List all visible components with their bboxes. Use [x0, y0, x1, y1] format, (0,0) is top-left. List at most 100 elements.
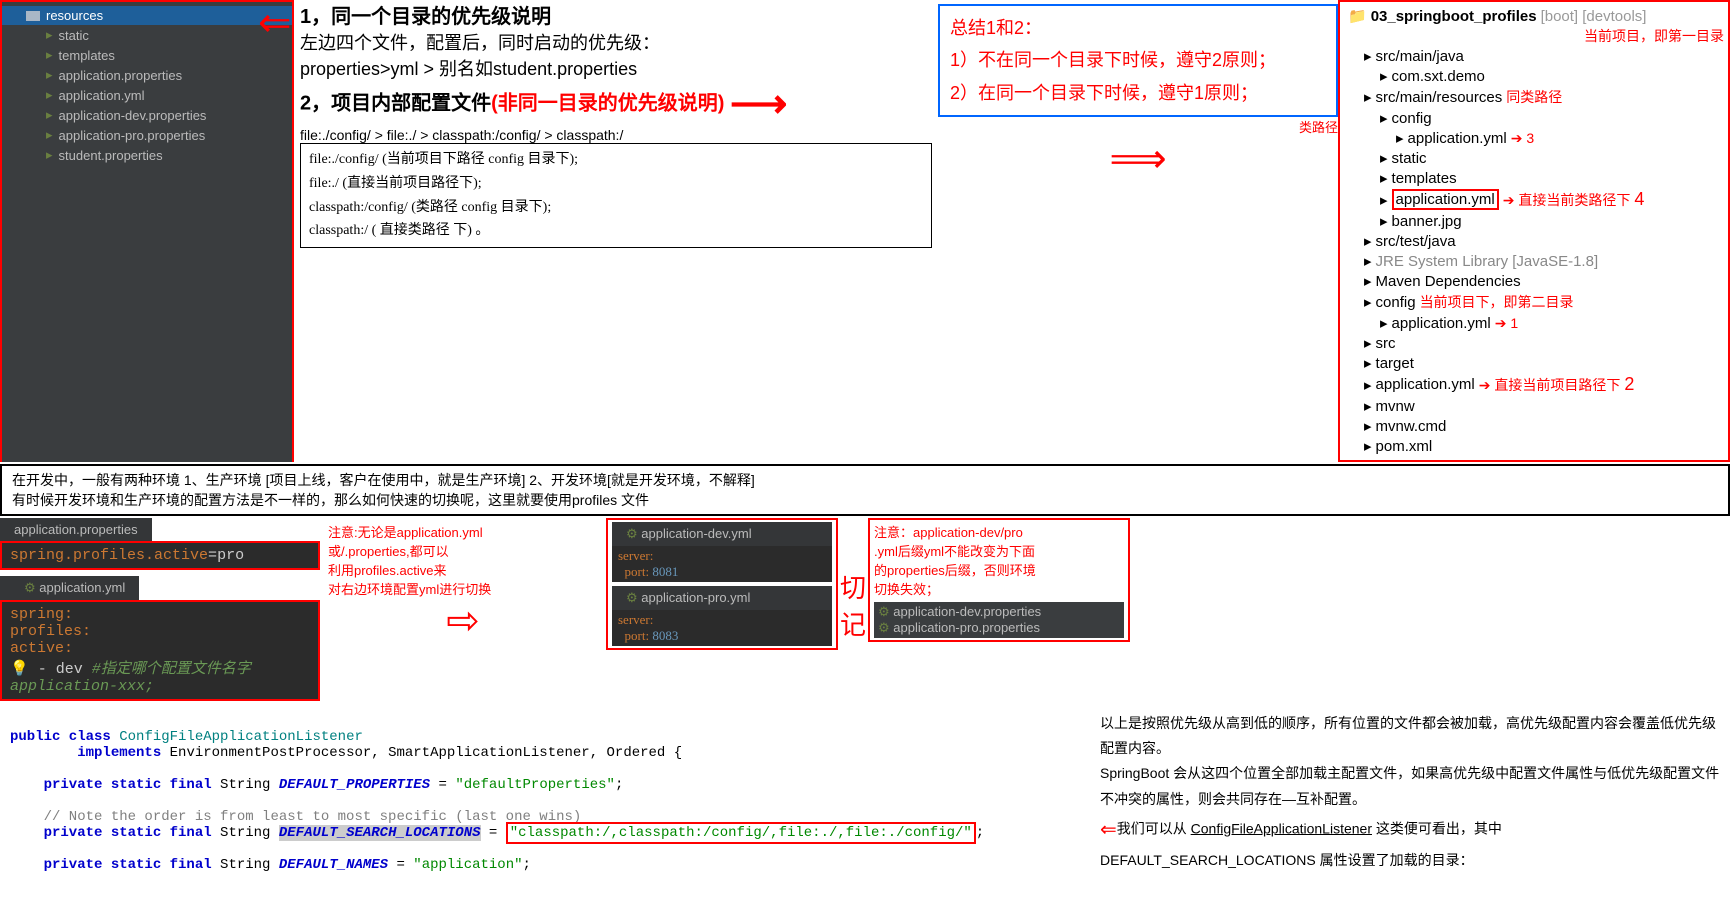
summary-head: 总结1和2： — [950, 12, 1326, 44]
rt-item[interactable]: ▸ Maven Dependencies — [1344, 271, 1724, 291]
tree-item[interactable]: ▸ student.properties — [2, 145, 292, 165]
file-icon: ▸ — [46, 67, 53, 83]
bad-prop-item: ⚙ application-pro.properties — [878, 620, 1120, 636]
node-icon: ▸ — [1364, 376, 1372, 394]
yml-icon: ⚙ — [626, 526, 638, 541]
rt-item[interactable]: ▸ static — [1344, 148, 1724, 168]
project-root-suffix: [boot] [devtools] — [1541, 8, 1647, 25]
bottom-explanation: 以上是按照优先级从高到低的顺序，所有位置的文件都会被加载，高优先级配置内容会覆盖… — [1090, 707, 1730, 895]
file-icon: ▸ — [46, 47, 53, 63]
node-icon: ▸ — [1396, 129, 1404, 147]
yml-code: spring: profiles: active: 💡 - dev #指定哪个配… — [0, 600, 320, 701]
profiles-intro-l1: 在开发中，一般有两种环境 1、生产环境 [项目上线，客户在使用中，就是生产环境]… — [12, 470, 1718, 490]
section1-line1: 左边四个文件，配置后，同时启动的优先级： — [300, 29, 932, 55]
bad-prop-item: ⚙ application-dev.properties — [878, 604, 1120, 620]
node-icon: ▸ — [1364, 397, 1372, 415]
node-icon: ▸ — [1380, 109, 1388, 127]
rt-item[interactable]: ▸ mvnw — [1344, 396, 1724, 416]
dev-pro-yml: ⚙ application-dev.yml server: port: 8081… — [606, 518, 838, 650]
arrow-big-right-icon: ⟹ — [1109, 136, 1166, 182]
node-icon: ▸ — [1380, 169, 1388, 187]
node-icon: ▸ — [1364, 334, 1372, 352]
node-icon: ▸ — [1380, 212, 1388, 230]
rt-item[interactable]: ▸ src/main/resources 同类路径 — [1344, 86, 1724, 108]
section1-line2: properties>yml > 别名如student.properties — [300, 55, 932, 81]
file-icon: ▸ — [46, 147, 53, 163]
priority-explanation: ⇐ 1，同一个目录的优先级说明 左边四个文件，配置后，同时启动的优先级： pro… — [294, 0, 938, 462]
file-icon: ▸ — [46, 87, 53, 103]
node-icon: ▸ — [1364, 272, 1372, 290]
node-icon: ▸ — [1380, 149, 1388, 167]
summary-box: 总结1和2： 1）不在同一个目录下时候，遵守2原则； 2）在同一个目录下时候，遵… — [938, 4, 1338, 117]
tree-root-resources[interactable]: resources — [2, 6, 292, 25]
node-icon: ▸ — [1364, 47, 1372, 65]
node-icon: ▸ — [1364, 232, 1372, 250]
project-root[interactable]: 📁 03_springboot_profiles [boot] [devtool… — [1344, 6, 1724, 26]
project-root-ann: 当前项目，即第一目录 — [1344, 26, 1724, 46]
qieji-label: 切记 — [838, 518, 868, 642]
node-icon: ▸ — [1364, 88, 1372, 106]
node-icon: ▸ — [1380, 191, 1388, 209]
rt-item[interactable]: ▸ application.yml ➔ 直接当前类路径下 4 — [1344, 188, 1724, 211]
profiles-intro: 在开发中，一般有两种环境 1、生产环境 [项目上线，客户在使用中，就是生产环境]… — [0, 464, 1730, 516]
file-icon: ▸ — [46, 27, 53, 43]
bulb-icon: 💡 — [10, 661, 29, 678]
section1-title: 1，同一个目录的优先级说明 — [300, 0, 932, 29]
summary-rule2: 2）在同一个目录下时候，遵守1原则； — [950, 77, 1326, 109]
tree-item[interactable]: ▸ application.properties — [2, 65, 292, 85]
rt-item[interactable]: ▸ src/test/java — [1344, 231, 1724, 251]
rt-item[interactable]: ▸ config 当前项目下，即第二目录 — [1344, 291, 1724, 313]
java-source: public class ConfigFileApplicationListen… — [0, 707, 1090, 895]
rt-item[interactable]: ▸ banner.jpg — [1344, 211, 1724, 231]
search-order: file:./config/ > file:./ > classpath:/co… — [300, 127, 932, 143]
rt-item[interactable]: ▸ JRE System Library [JavaSE-1.8] — [1344, 251, 1724, 271]
section2-title-red: (非同一目录的优先级说明) — [491, 92, 724, 114]
node-icon: ▸ — [1364, 417, 1372, 435]
rt-item[interactable]: ▸ com.sxt.demo — [1344, 66, 1724, 86]
file-icon: ▸ — [46, 127, 53, 143]
yml-icon: ⚙ — [626, 590, 638, 605]
rt-item[interactable]: ▸ src/main/java — [1344, 46, 1724, 66]
rt-item[interactable]: ▸ application.yml ➔ 3 — [1344, 128, 1724, 148]
tree-root-label: resources — [46, 8, 103, 23]
node-icon: ▸ — [1380, 314, 1388, 332]
project-root-label: 03_springboot_profiles — [1371, 8, 1537, 25]
tree-item[interactable]: ▸ static — [2, 25, 292, 45]
tree-item[interactable]: ▸ templates — [2, 45, 292, 65]
tree-item[interactable]: ▸ application-pro.properties — [2, 125, 292, 145]
rt-item[interactable]: ▸ application.yml ➔ 1 — [1344, 313, 1724, 333]
properties-code: spring.profiles.active=pro — [0, 541, 320, 570]
summary-rule1: 1）不在同一个目录下时候，遵守2原则； — [950, 44, 1326, 76]
section2-title: 2，项目内部配置文件 — [300, 92, 491, 114]
rt-item[interactable]: ▸ mvnw.cmd — [1344, 416, 1724, 436]
arrow-right-icon: ⟶ — [730, 81, 787, 127]
note-suffix: 注意：application-dev/pro .yml后缀yml不能改变为下面 … — [868, 518, 1130, 642]
summary-side: 类路径 — [938, 117, 1338, 136]
summary-col: 总结1和2： 1）不在同一个目录下时候，遵守2原则； 2）在同一个目录下时候，遵… — [938, 0, 1338, 462]
folder-icon — [26, 9, 40, 23]
project-icon: 📁 — [1348, 7, 1367, 25]
note-active: 注意:无论是application.yml 或/.properties,都可以 … — [320, 518, 606, 648]
tree-item[interactable]: ▸ application-dev.properties — [2, 105, 292, 125]
file-icon: ▸ — [46, 107, 53, 123]
resources-tree: resources ▸ static▸ templates▸ applicati… — [0, 0, 294, 462]
arrow-switch-icon: ⇨ — [446, 598, 480, 644]
arrow-left-icon: ⇐ — [258, 0, 292, 46]
rt-item[interactable]: ▸ templates — [1344, 168, 1724, 188]
node-icon: ▸ — [1364, 252, 1372, 270]
rt-item[interactable]: ▸ pom.xml — [1344, 436, 1724, 456]
rt-item[interactable]: ▸ src — [1344, 333, 1724, 353]
node-icon: ▸ — [1364, 437, 1372, 455]
yml-icon: ⚙ — [24, 580, 36, 595]
profiles-intro-l2: 有时候开发环境和生产环境的配置方法是不一样的，那么如何快速的切换呢，这里就要使用… — [12, 490, 1718, 510]
rt-item[interactable]: ▸ config — [1344, 108, 1724, 128]
tab-app-yml[interactable]: ⚙ application.yml — [0, 576, 139, 600]
tree-item[interactable]: ▸ application.yml — [2, 85, 292, 105]
location-detail-box: file:./config/ (当前项目下路径 config 目录下);file… — [300, 143, 932, 248]
node-icon: ▸ — [1380, 67, 1388, 85]
arrow-left-small-icon: ⇐ — [1100, 812, 1117, 848]
tab-app-properties[interactable]: application.properties — [0, 518, 152, 541]
node-icon: ▸ — [1364, 293, 1372, 311]
rt-item[interactable]: ▸ application.yml ➔ 直接当前项目路径下 2 — [1344, 373, 1724, 396]
rt-item[interactable]: ▸ target — [1344, 353, 1724, 373]
